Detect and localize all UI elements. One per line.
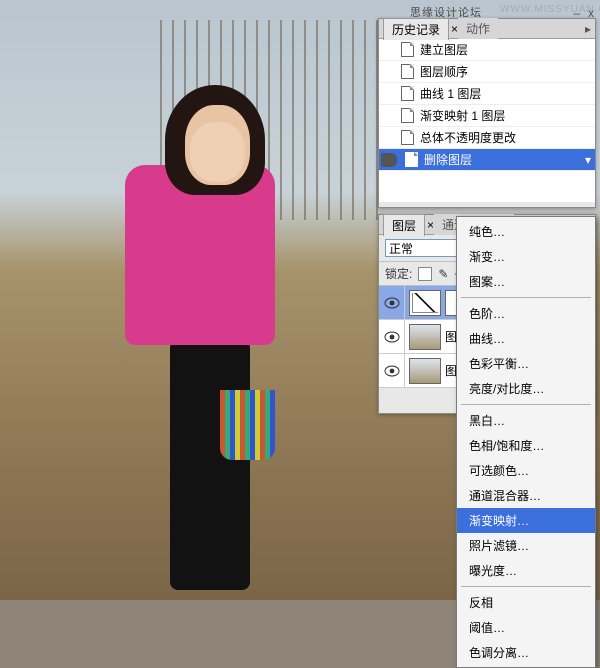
lock-label: 锁定: bbox=[385, 265, 412, 282]
document-icon bbox=[401, 86, 414, 101]
history-item-label: 建立图层 bbox=[420, 41, 468, 58]
blend-mode-select[interactable]: 正常 ▼ bbox=[385, 239, 467, 257]
menu-item[interactable]: 色彩平衡… bbox=[457, 351, 595, 376]
visibility-toggle[interactable] bbox=[379, 286, 405, 320]
visibility-toggle[interactable] bbox=[379, 320, 405, 354]
menu-item[interactable]: 渐变… bbox=[457, 244, 595, 269]
menu-separator bbox=[461, 297, 591, 298]
menu-item[interactable]: 黑白… bbox=[457, 408, 595, 433]
tab-close-icon[interactable]: × bbox=[451, 22, 458, 36]
eye-icon bbox=[384, 365, 400, 377]
panel-menu-icon[interactable]: ▸ bbox=[585, 22, 591, 36]
canvas-subject bbox=[70, 50, 320, 590]
new-adjustment-layer-menu: 纯色…渐变…图案… 色阶…曲线…色彩平衡…亮度/对比度… 黑白…色相/饱和度…可选颜… bbox=[456, 216, 596, 668]
menu-item[interactable]: 亮度/对比度… bbox=[457, 376, 595, 401]
visibility-toggle[interactable] bbox=[379, 354, 405, 388]
document-icon bbox=[405, 152, 418, 167]
history-item[interactable]: 删除图层 ▾ bbox=[379, 149, 595, 171]
document-icon bbox=[401, 108, 414, 123]
history-tabbar: 历史记录 × 动作 ▸ bbox=[379, 19, 595, 39]
menu-item[interactable]: 图案… bbox=[457, 269, 595, 294]
menu-item[interactable]: 可选颜色… bbox=[457, 458, 595, 483]
eye-icon bbox=[384, 297, 400, 309]
history-item-label: 总体不透明度更改 bbox=[420, 129, 516, 146]
history-panel: 历史记录 × 动作 ▸ 建立图层图层顺序曲线 1 图层渐变映射 1 图层总体不透… bbox=[378, 18, 596, 208]
document-icon bbox=[401, 64, 414, 79]
history-list[interactable]: 建立图层图层顺序曲线 1 图层渐变映射 1 图层总体不透明度更改删除图层 ▾ bbox=[379, 39, 595, 202]
history-item[interactable]: 渐变映射 1 图层 bbox=[379, 105, 595, 127]
layer-thumbnail[interactable] bbox=[409, 290, 441, 316]
blend-mode-value: 正常 bbox=[389, 240, 413, 257]
history-item[interactable]: 总体不透明度更改 bbox=[379, 127, 595, 149]
tab-history[interactable]: 历史记录 bbox=[383, 18, 449, 40]
history-item[interactable]: 建立图层 bbox=[379, 39, 595, 61]
history-brush-icon bbox=[381, 153, 397, 167]
menu-item[interactable]: 曝光度… bbox=[457, 558, 595, 583]
menu-item[interactable]: 色阶… bbox=[457, 301, 595, 326]
lock-brush-icon[interactable]: ✎ bbox=[438, 267, 448, 281]
menu-item[interactable]: 阈值… bbox=[457, 615, 595, 640]
tab-layers[interactable]: 图层 bbox=[383, 214, 425, 236]
menu-separator bbox=[461, 586, 591, 587]
menu-item[interactable]: 渐变映射… bbox=[457, 508, 595, 533]
menu-item[interactable]: 通道混合器… bbox=[457, 483, 595, 508]
history-item[interactable]: 图层顺序 bbox=[379, 61, 595, 83]
history-item-label: 渐变映射 1 图层 bbox=[420, 107, 505, 124]
eye-icon bbox=[384, 331, 400, 343]
menu-item[interactable]: 色调分离… bbox=[457, 640, 595, 665]
menu-item[interactable]: 照片滤镜… bbox=[457, 533, 595, 558]
menu-item[interactable]: 纯色… bbox=[457, 219, 595, 244]
layer-thumbnail[interactable] bbox=[409, 358, 441, 384]
menu-item[interactable]: 反相 bbox=[457, 590, 595, 615]
history-item-label: 曲线 1 图层 bbox=[420, 85, 481, 102]
history-item[interactable]: 曲线 1 图层 bbox=[379, 83, 595, 105]
menu-separator bbox=[461, 404, 591, 405]
history-item-label: 删除图层 bbox=[424, 151, 472, 168]
lock-trans-icon[interactable] bbox=[418, 267, 432, 281]
tab-actions[interactable]: 动作 bbox=[458, 18, 498, 39]
history-item-label: 图层顺序 bbox=[420, 63, 468, 80]
layer-thumbnail[interactable] bbox=[409, 324, 441, 350]
chevron-down-icon[interactable]: ▾ bbox=[585, 153, 591, 167]
tab-close-icon[interactable]: × bbox=[427, 218, 434, 232]
menu-item[interactable]: 曲线… bbox=[457, 326, 595, 351]
menu-item[interactable]: 色相/饱和度… bbox=[457, 433, 595, 458]
document-icon bbox=[401, 130, 414, 145]
document-icon bbox=[401, 42, 414, 57]
